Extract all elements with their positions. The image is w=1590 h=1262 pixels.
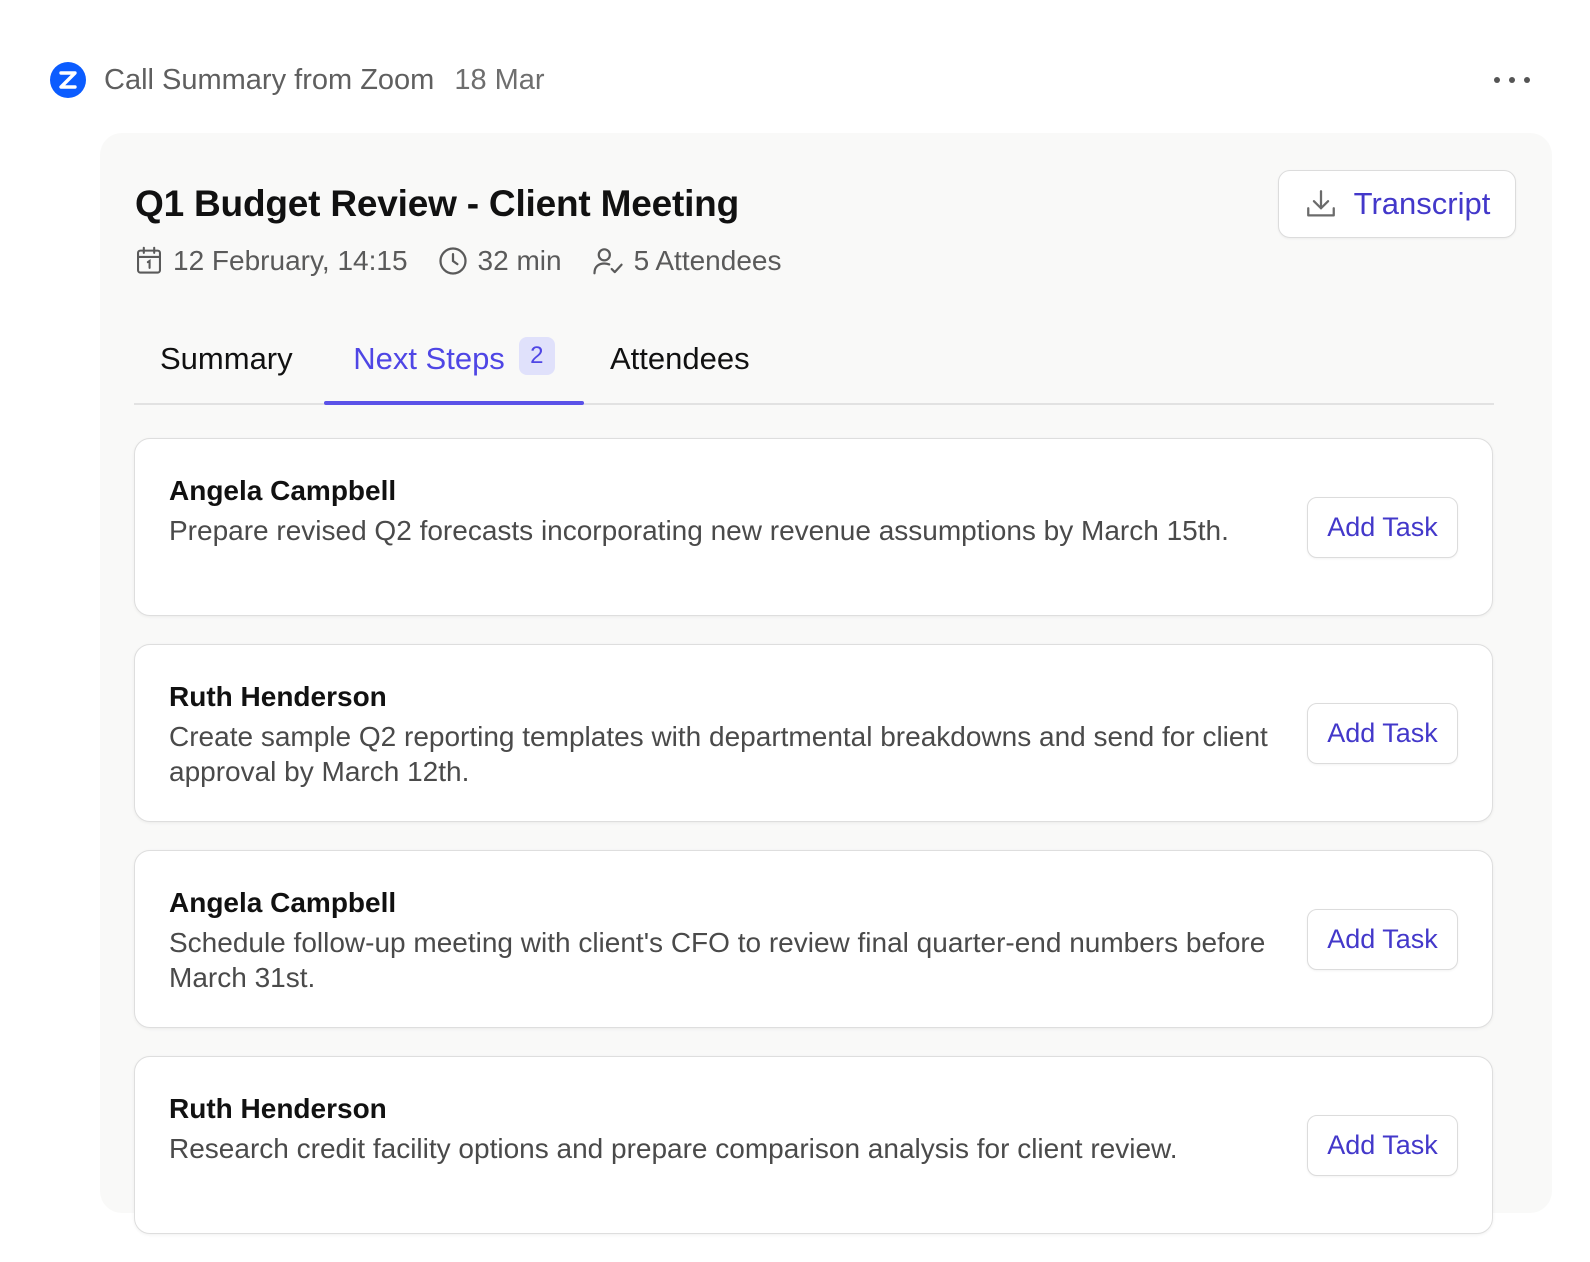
add-task-button[interactable]: Add Task: [1307, 497, 1458, 558]
meeting-duration: 32 min: [438, 245, 562, 277]
download-icon: [1306, 190, 1335, 217]
next-step-item: Angela Campbell Prepare revised Q2 forec…: [134, 438, 1493, 616]
tab-next-steps-label: Next Steps: [353, 341, 505, 376]
assignee-name: Ruth Henderson: [169, 681, 387, 712]
add-task-button[interactable]: Add Task: [1307, 1115, 1458, 1176]
tab-bar: Summary Next Steps 2 Attendees: [134, 331, 1494, 405]
tab-summary[interactable]: Summary: [160, 341, 293, 403]
tab-summary-label: Summary: [160, 341, 293, 376]
step-description: Research credit facility options and pre…: [169, 1133, 1178, 1164]
meeting-duration-text: 32 min: [477, 245, 562, 276]
assignee-name: Angela Campbell: [169, 475, 397, 506]
meeting-meta: 12 February, 14:15 32 min 5 Attendees: [135, 245, 811, 277]
meeting-attendees-text: 5 Attendees: [633, 245, 782, 276]
tab-next-steps[interactable]: Next Steps 2: [324, 337, 584, 405]
meeting-datetime: 12 February, 14:15: [135, 245, 408, 277]
assignee-name: Ruth Henderson: [169, 1093, 387, 1124]
step-description: Create sample Q2 reporting templates wit…: [169, 721, 1268, 787]
call-summary-card: Q1 Budget Review - Client Meeting Transc…: [100, 133, 1552, 1234]
user-check-icon: [592, 248, 623, 275]
count-badge: 2: [518, 337, 555, 375]
more-horizontal-icon: [1494, 77, 1500, 83]
meeting-datetime-text: 12 February, 14:15: [173, 245, 408, 276]
more-options-button[interactable]: [1494, 68, 1530, 92]
next-step-item: Ruth Henderson Create sample Q2 reportin…: [134, 644, 1493, 822]
source-label: Call Summary from Zoom: [104, 63, 435, 96]
transcript-button[interactable]: Transcript: [1278, 170, 1516, 238]
tab-attendees-label: Attendees: [610, 341, 750, 376]
header: Call Summary from Zoom 18 Mar: [50, 60, 1540, 100]
tab-attendees[interactable]: Attendees: [610, 341, 750, 403]
calendar-icon: [137, 246, 161, 274]
add-task-button[interactable]: Add Task: [1307, 703, 1458, 764]
transcript-label: Transcript: [1353, 186, 1491, 221]
meeting-attendees: 5 Attendees: [592, 245, 782, 277]
next-steps-list: Angela Campbell Prepare revised Q2 forec…: [134, 438, 1493, 1262]
assignee-name: Angela Campbell: [169, 887, 397, 918]
next-step-item: Angela Campbell Schedule follow-up meeti…: [134, 850, 1493, 1028]
zoom-logo-icon: [50, 62, 86, 98]
add-task-button[interactable]: Add Task: [1307, 909, 1458, 970]
step-description: Prepare revised Q2 forecasts incorporati…: [169, 515, 1229, 546]
header-date: 18 Mar: [454, 63, 545, 96]
step-description: Schedule follow-up meeting with client's…: [169, 927, 1266, 993]
next-step-item: Ruth Henderson Research credit facility …: [134, 1056, 1493, 1234]
meeting-title: Q1 Budget Review - Client Meeting: [135, 183, 739, 224]
clock-icon: [438, 247, 467, 275]
